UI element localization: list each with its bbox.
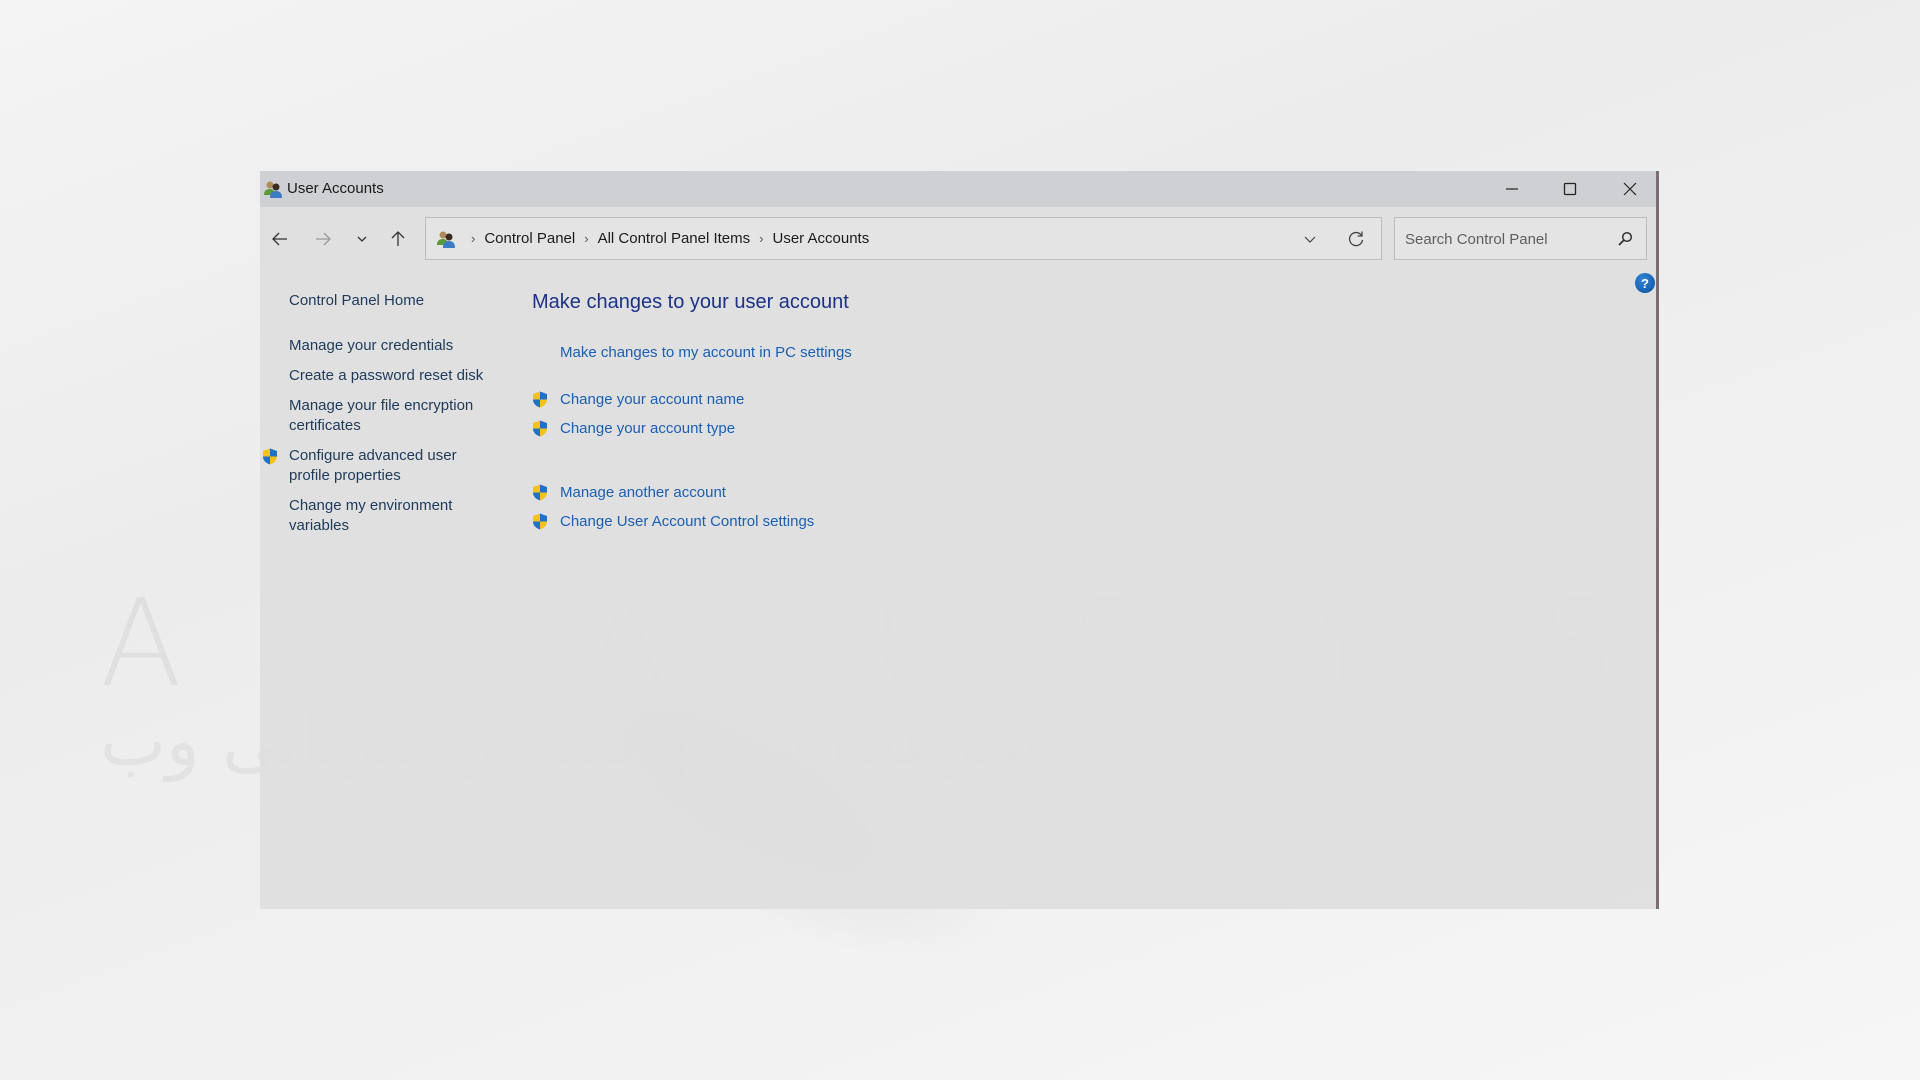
change-account-name-label: Change your account name bbox=[560, 391, 745, 408]
maximize-icon bbox=[1563, 182, 1577, 196]
help-icon[interactable]: ? bbox=[1635, 273, 1655, 293]
pc-settings-link[interactable]: Make changes to my account in PC setting… bbox=[560, 344, 852, 361]
chevron-right-icon[interactable]: › bbox=[471, 231, 475, 246]
uac-shield-icon bbox=[263, 448, 277, 465]
configure-advanced-user-profile-link[interactable]: Configure advanced user profile properti… bbox=[263, 446, 469, 486]
search-box[interactable] bbox=[1394, 217, 1647, 261]
title-bar[interactable]: User Accounts bbox=[260, 171, 1656, 207]
address-dropdown-button[interactable] bbox=[1299, 228, 1321, 250]
user-accounts-icon bbox=[264, 181, 282, 198]
manage-file-encryption-certificates-link[interactable]: Manage your file encryption certificates bbox=[289, 396, 489, 436]
maximize-button[interactable] bbox=[1541, 171, 1599, 207]
change-account-type-label: Change your account type bbox=[560, 420, 736, 437]
back-arrow-icon bbox=[272, 232, 287, 246]
refresh-icon bbox=[1348, 231, 1364, 247]
create-password-reset-disk-link[interactable]: Create a password reset disk bbox=[289, 366, 489, 386]
uac-shield-icon bbox=[533, 513, 547, 530]
change-uac-settings-link[interactable]: Change User Account Control settings bbox=[533, 513, 815, 530]
minimize-button[interactable] bbox=[1483, 171, 1541, 207]
search-input[interactable] bbox=[1403, 218, 1607, 261]
change-environment-variables-link[interactable]: Change my environment variables bbox=[289, 496, 464, 536]
breadcrumb: › Control Panel › All Control Panel Item… bbox=[436, 218, 869, 259]
change-account-name-link[interactable]: Change your account name bbox=[533, 391, 745, 408]
window-title: User Accounts bbox=[287, 180, 384, 197]
search-icon[interactable] bbox=[1616, 230, 1634, 248]
forward-arrow-icon bbox=[316, 232, 331, 246]
configure-advanced-user-profile-label: Configure advanced user profile properti… bbox=[289, 447, 457, 484]
back-button[interactable] bbox=[264, 223, 296, 255]
breadcrumb-user-accounts[interactable]: User Accounts bbox=[773, 230, 870, 247]
up-arrow-icon bbox=[391, 231, 405, 246]
address-bar[interactable]: › Control Panel › All Control Panel Item… bbox=[425, 217, 1382, 260]
breadcrumb-control-panel[interactable]: Control Panel bbox=[484, 230, 575, 247]
recent-locations-button[interactable] bbox=[346, 223, 378, 255]
uac-shield-icon bbox=[533, 391, 547, 408]
user-accounts-window: User Accounts › Control Panel › All Cont… bbox=[260, 171, 1659, 909]
chevron-down-icon bbox=[1304, 236, 1316, 243]
manage-credentials-link[interactable]: Manage your credentials bbox=[289, 336, 489, 356]
forward-button[interactable] bbox=[307, 223, 339, 255]
manage-another-account-label: Manage another account bbox=[560, 484, 726, 501]
chevron-down-icon bbox=[357, 236, 367, 242]
change-account-type-link[interactable]: Change your account type bbox=[533, 420, 736, 437]
user-accounts-icon bbox=[437, 231, 455, 248]
uac-shield-icon bbox=[533, 484, 547, 501]
control-panel-home-link[interactable]: Control Panel Home bbox=[289, 291, 489, 311]
up-button[interactable] bbox=[382, 223, 414, 255]
uac-shield-icon bbox=[533, 420, 547, 437]
refresh-button[interactable] bbox=[1345, 228, 1367, 250]
minimize-icon bbox=[1506, 188, 1518, 190]
change-uac-settings-label: Change User Account Control settings bbox=[560, 513, 815, 530]
manage-another-account-link[interactable]: Manage another account bbox=[533, 484, 726, 501]
chevron-right-icon[interactable]: › bbox=[584, 231, 588, 246]
close-button[interactable] bbox=[1601, 171, 1659, 207]
chevron-right-icon[interactable]: › bbox=[759, 231, 763, 246]
close-icon bbox=[1623, 182, 1637, 196]
page-heading: Make changes to your user account bbox=[532, 291, 849, 313]
breadcrumb-all-control-panel-items[interactable]: All Control Panel Items bbox=[598, 230, 751, 247]
